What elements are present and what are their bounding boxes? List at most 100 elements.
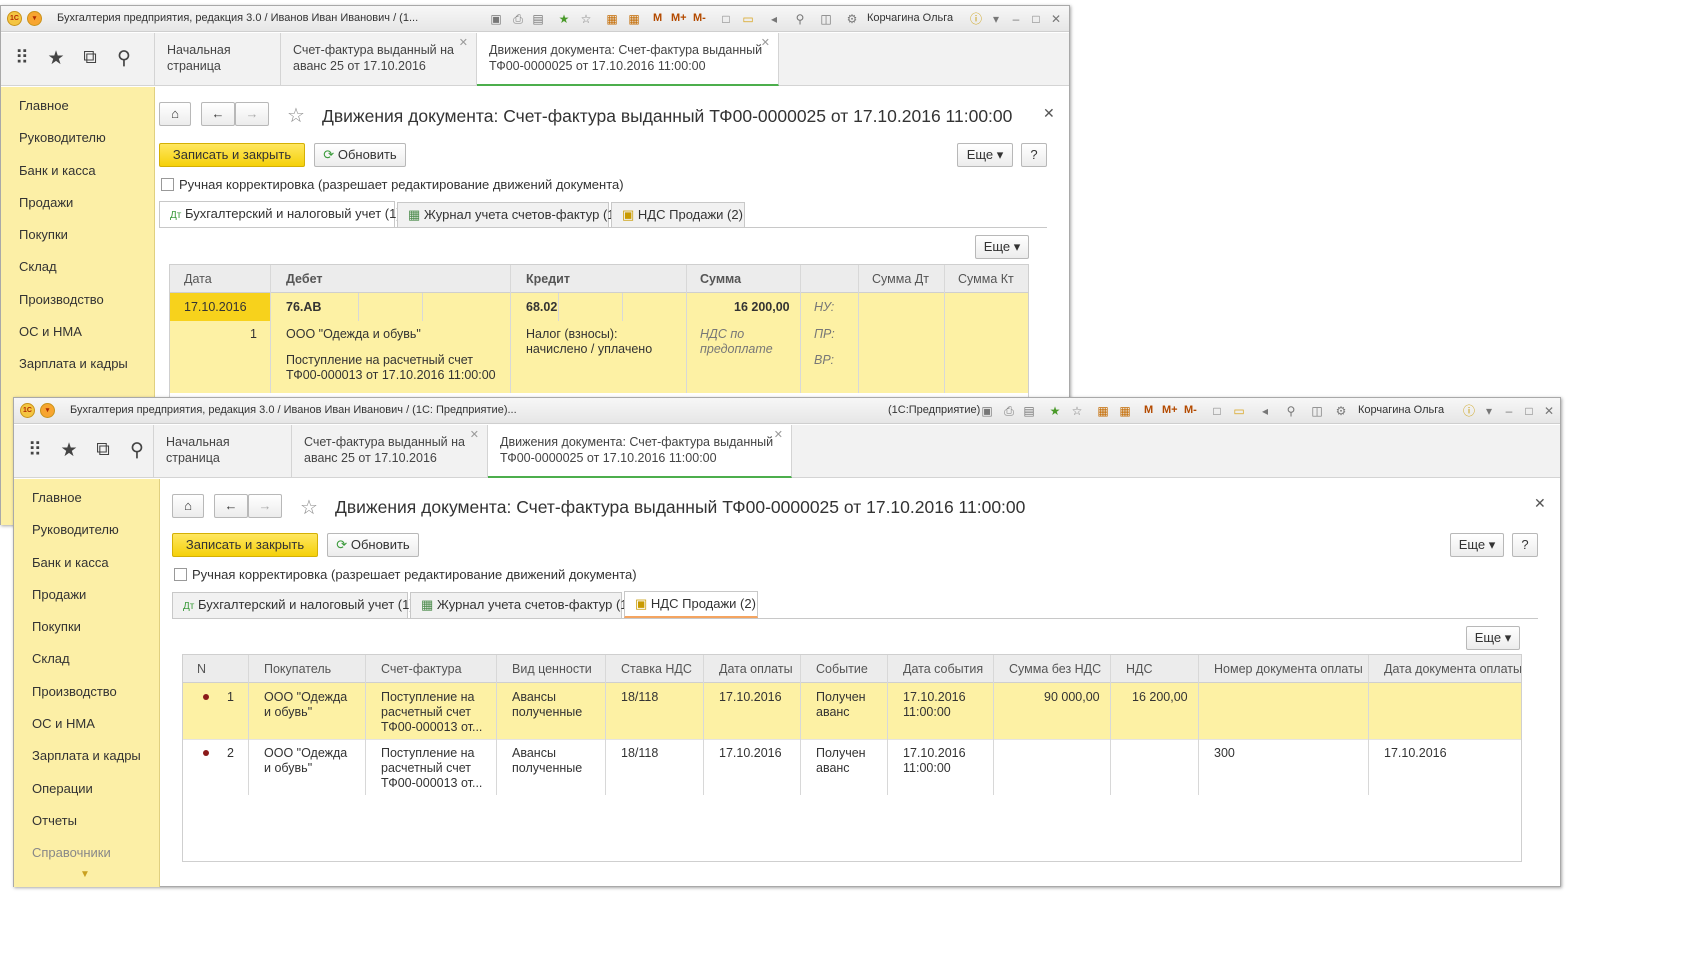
- search-icon[interactable]: ⚲: [126, 439, 148, 462]
- sidebar-item-sales[interactable]: Продажи: [1, 187, 154, 219]
- calendar-icon[interactable]: ▦: [1118, 404, 1132, 418]
- apps-grid-icon[interactable]: ⠿: [24, 439, 46, 462]
- home-button[interactable]: ⌂: [159, 102, 191, 126]
- tab-invoice-journal[interactable]: ▦ Журнал учета счетов-фактур (1): [410, 592, 632, 618]
- maximize-icon[interactable]: □: [1522, 404, 1536, 418]
- close-tab-icon[interactable]: ✕: [459, 35, 468, 51]
- sidebar-item-assets[interactable]: ОС и НМА: [1, 316, 154, 348]
- arrow-down-icon[interactable]: ▾: [989, 12, 1003, 26]
- sidebar-item-warehouse[interactable]: Склад: [14, 643, 159, 675]
- 1c-logo-icon[interactable]: 1С: [20, 403, 35, 418]
- save-close-button[interactable]: Записать и закрыть: [159, 143, 305, 167]
- favorite-star-icon[interactable]: ☆: [300, 495, 318, 520]
- maximize-icon[interactable]: □: [1029, 12, 1043, 26]
- tab-invoice-journal[interactable]: ▦ Журнал учета счетов-фактур (1): [397, 202, 619, 228]
- arrow-down-icon[interactable]: ▾: [1482, 404, 1496, 418]
- save-close-button[interactable]: Записать и закрыть: [172, 533, 318, 557]
- sidebar-scroll-down-icon[interactable]: ▼: [14, 869, 159, 882]
- m-minus-button[interactable]: M-: [693, 12, 706, 24]
- m-button[interactable]: M: [653, 12, 662, 24]
- new-icon[interactable]: □: [1210, 404, 1224, 418]
- back-icon[interactable]: ◂: [1258, 404, 1272, 418]
- sidebar-item-sales[interactable]: Продажи: [14, 579, 159, 611]
- panel-icon[interactable]: ◫: [1310, 404, 1324, 418]
- m-plus-button[interactable]: M+: [671, 12, 687, 24]
- refresh-button[interactable]: ⟳ Обновить: [327, 533, 419, 557]
- search-icon[interactable]: ⚲: [793, 12, 807, 26]
- menu-dropdown-icon[interactable]: ▾: [40, 403, 55, 418]
- sidebar-item-assets[interactable]: ОС и НМА: [14, 708, 159, 740]
- sidebar-item-warehouse[interactable]: Склад: [1, 251, 154, 283]
- m-plus-button[interactable]: M+: [1162, 404, 1178, 416]
- search-icon[interactable]: ⚲: [113, 47, 135, 70]
- minimize-icon[interactable]: –: [1502, 404, 1516, 418]
- favorites-icon[interactable]: ☆: [579, 12, 593, 26]
- back-icon[interactable]: ◂: [767, 12, 781, 26]
- m-button[interactable]: M: [1144, 404, 1153, 416]
- sidebar-item-payroll[interactable]: Зарплата и кадры: [1, 348, 154, 380]
- tab-invoice[interactable]: Счет-фактура выданный на аванс 25 от 17.1…: [292, 425, 488, 478]
- settings-icon[interactable]: ⚙: [845, 12, 859, 26]
- more-button[interactable]: Еще ▾: [1450, 533, 1504, 557]
- tab-vat-sales[interactable]: ▣ НДС Продажи (2): [611, 202, 745, 228]
- help-button[interactable]: ?: [1512, 533, 1538, 557]
- tab-movements[interactable]: Движения документа: Счет-фактура выданны…: [477, 33, 779, 86]
- calculator-icon[interactable]: ▦: [1096, 404, 1110, 418]
- forward-button[interactable]: →: [235, 102, 269, 126]
- new-icon[interactable]: □: [719, 12, 733, 26]
- more-table-button[interactable]: Еще ▾: [1466, 626, 1520, 650]
- print-icon[interactable]: ⎙: [1002, 404, 1016, 418]
- sidebar-item-payroll[interactable]: Зарплата и кадры: [14, 740, 159, 772]
- sidebar-item-reports[interactable]: Отчеты: [14, 805, 159, 837]
- more-button[interactable]: Еще ▾: [957, 143, 1013, 167]
- favorites-star-icon[interactable]: ★: [58, 439, 80, 462]
- tab-home[interactable]: Начальная страница: [155, 33, 281, 86]
- sidebar-item-purchases[interactable]: Покупки: [14, 611, 159, 643]
- settings-icon[interactable]: ⚙: [1334, 404, 1348, 418]
- sidebar-item-bank[interactable]: Банк и касса: [1, 155, 154, 187]
- preview-icon[interactable]: ▤: [1022, 404, 1036, 418]
- favorites-icon[interactable]: ☆: [1070, 404, 1084, 418]
- favorites-add-icon[interactable]: ★: [1048, 404, 1062, 418]
- sidebar-item-main[interactable]: Главное: [14, 482, 159, 514]
- sidebar-item-production[interactable]: Производство: [14, 676, 159, 708]
- more-table-button[interactable]: Еще ▾: [975, 235, 1029, 259]
- back-button[interactable]: ←: [201, 102, 235, 126]
- refresh-button[interactable]: ⟳ Обновить: [314, 143, 406, 167]
- apps-grid-icon[interactable]: ⠿: [11, 47, 33, 70]
- close-form-icon[interactable]: ✕: [1534, 495, 1546, 512]
- menu-dropdown-icon[interactable]: ▾: [27, 11, 42, 26]
- panel-icon[interactable]: ◫: [819, 12, 833, 26]
- close-window-icon[interactable]: ✕: [1542, 404, 1556, 418]
- sidebar-item-bank[interactable]: Банк и касса: [14, 547, 159, 579]
- calendar-icon[interactable]: ▦: [627, 12, 641, 26]
- favorite-star-icon[interactable]: ☆: [287, 103, 305, 128]
- tab-vat-sales[interactable]: ▣ НДС Продажи (2): [624, 591, 758, 618]
- manual-edit-checkbox[interactable]: [174, 568, 187, 581]
- sidebar-item-directories[interactable]: Справочники: [14, 837, 159, 869]
- close-window-icon[interactable]: ✕: [1049, 12, 1063, 26]
- save-icon[interactable]: ▣: [980, 404, 994, 418]
- forward-button[interactable]: →: [248, 494, 282, 518]
- tab-invoice[interactable]: Счет-фактура выданный на аванс 25 от 17.1…: [281, 33, 477, 86]
- close-tab-icon[interactable]: ✕: [761, 35, 770, 51]
- save-icon[interactable]: ▣: [489, 12, 503, 26]
- search-icon[interactable]: ⚲: [1284, 404, 1298, 418]
- back-button[interactable]: ←: [214, 494, 248, 518]
- manual-edit-checkbox[interactable]: [161, 178, 174, 191]
- sidebar-item-operations[interactable]: Операции: [14, 773, 159, 805]
- 1c-logo-icon[interactable]: 1С: [7, 11, 22, 26]
- sidebar-item-production[interactable]: Производство: [1, 284, 154, 316]
- tab-home[interactable]: Начальная страница: [154, 425, 292, 478]
- m-minus-button[interactable]: M-: [1184, 404, 1197, 416]
- close-tab-icon[interactable]: ✕: [470, 427, 479, 443]
- preview-icon[interactable]: ▤: [531, 12, 545, 26]
- sidebar-item-purchases[interactable]: Покупки: [1, 219, 154, 251]
- close-form-icon[interactable]: ✕: [1043, 105, 1055, 122]
- history-icon[interactable]: ⧉: [92, 439, 114, 461]
- minimize-icon[interactable]: –: [1009, 12, 1023, 26]
- info-icon[interactable]: ⓘ: [1462, 404, 1476, 418]
- tab-accounting[interactable]: Дт Бухгалтерский и налоговый учет (1): [172, 592, 414, 618]
- sidebar-item-manager[interactable]: Руководителю: [14, 514, 159, 546]
- sidebar-item-manager[interactable]: Руководителю: [1, 122, 154, 154]
